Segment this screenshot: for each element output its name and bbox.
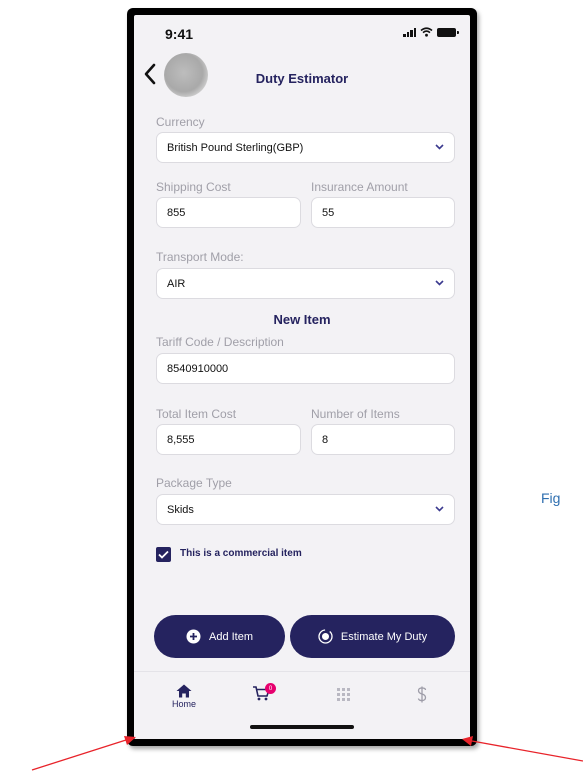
signal-icon [403,27,416,37]
new-item-heading: New Item [273,312,331,327]
shipping-cost-value: 855 [167,206,186,219]
add-item-label: Add Item [208,630,254,643]
shipping-cost-label: Shipping Cost [156,180,231,194]
currency-value: British Pound Sterling(GBP) [167,141,304,154]
checkmark-icon [158,550,169,559]
commercial-item-checkbox[interactable] [156,547,171,562]
chevron-down-icon [435,144,444,150]
nav-item-pricing[interactable] [417,686,427,703]
transport-mode-value: AIR [167,277,186,290]
estimate-my-duty-button[interactable]: Estimate My Duty [290,615,455,658]
package-type-value: Skids [167,503,194,516]
number-of-items-label: Number of Items [311,407,400,421]
nav-item-grid[interactable] [337,688,350,701]
coin-icon [318,629,333,644]
battery-icon [437,27,459,37]
app-screen: 9:41 Duty Estimator Currency British Pou… [134,15,470,739]
add-item-button[interactable]: Add Item [154,615,285,658]
wifi-icon [420,27,433,37]
dollar-icon [417,686,427,703]
home-indicator [250,725,354,729]
tariff-code-input[interactable]: 8540910000 [156,353,455,384]
insurance-amount-input[interactable]: 55 [311,197,455,228]
package-type-select[interactable]: Skids [156,494,455,525]
nav-item-home[interactable]: Home [172,684,196,709]
total-item-cost-input[interactable]: 8,555 [156,424,301,455]
insurance-amount-label: Insurance Amount [311,180,408,194]
plus-circle-icon [186,629,201,644]
left-arrow-icon [31,736,136,771]
tariff-code-label: Tariff Code / Description [156,335,284,349]
grid-icon [337,688,350,701]
chevron-down-icon [435,506,444,512]
home-icon [176,684,192,698]
estimate-my-duty-label: Estimate My Duty [340,630,428,643]
commercial-item-label[interactable]: This is a commercial item [180,548,302,559]
insurance-amount-value: 55 [322,206,335,219]
shipping-cost-input[interactable]: 855 [156,197,301,228]
chevron-down-icon [435,280,444,286]
cart-badge: 0 [265,683,276,694]
total-item-cost-value: 8,555 [167,433,195,446]
status-icons [403,27,459,37]
number-of-items-value: 8 [322,433,329,446]
currency-label: Currency [156,115,205,129]
transport-mode-select[interactable]: AIR [156,268,455,299]
page-title: Duty Estimator [255,71,349,86]
status-time: 9:41 [165,26,194,42]
nav-item-cart[interactable]: 0 [252,683,276,706]
nav-home-label: Home [172,699,197,709]
phone-frame: 9:41 Duty Estimator Currency British Pou… [127,8,477,746]
tariff-code-value: 8540910000 [167,362,229,375]
transport-mode-label: Transport Mode: [156,250,244,264]
total-item-cost-label: Total Item Cost [156,407,237,421]
number-of-items-input[interactable]: 8 [311,424,455,455]
right-arrow-icon [462,736,583,762]
package-type-label: Package Type [156,476,232,490]
figure-label: Fig [541,490,561,506]
currency-select[interactable]: British Pound Sterling(GBP) [156,132,455,163]
